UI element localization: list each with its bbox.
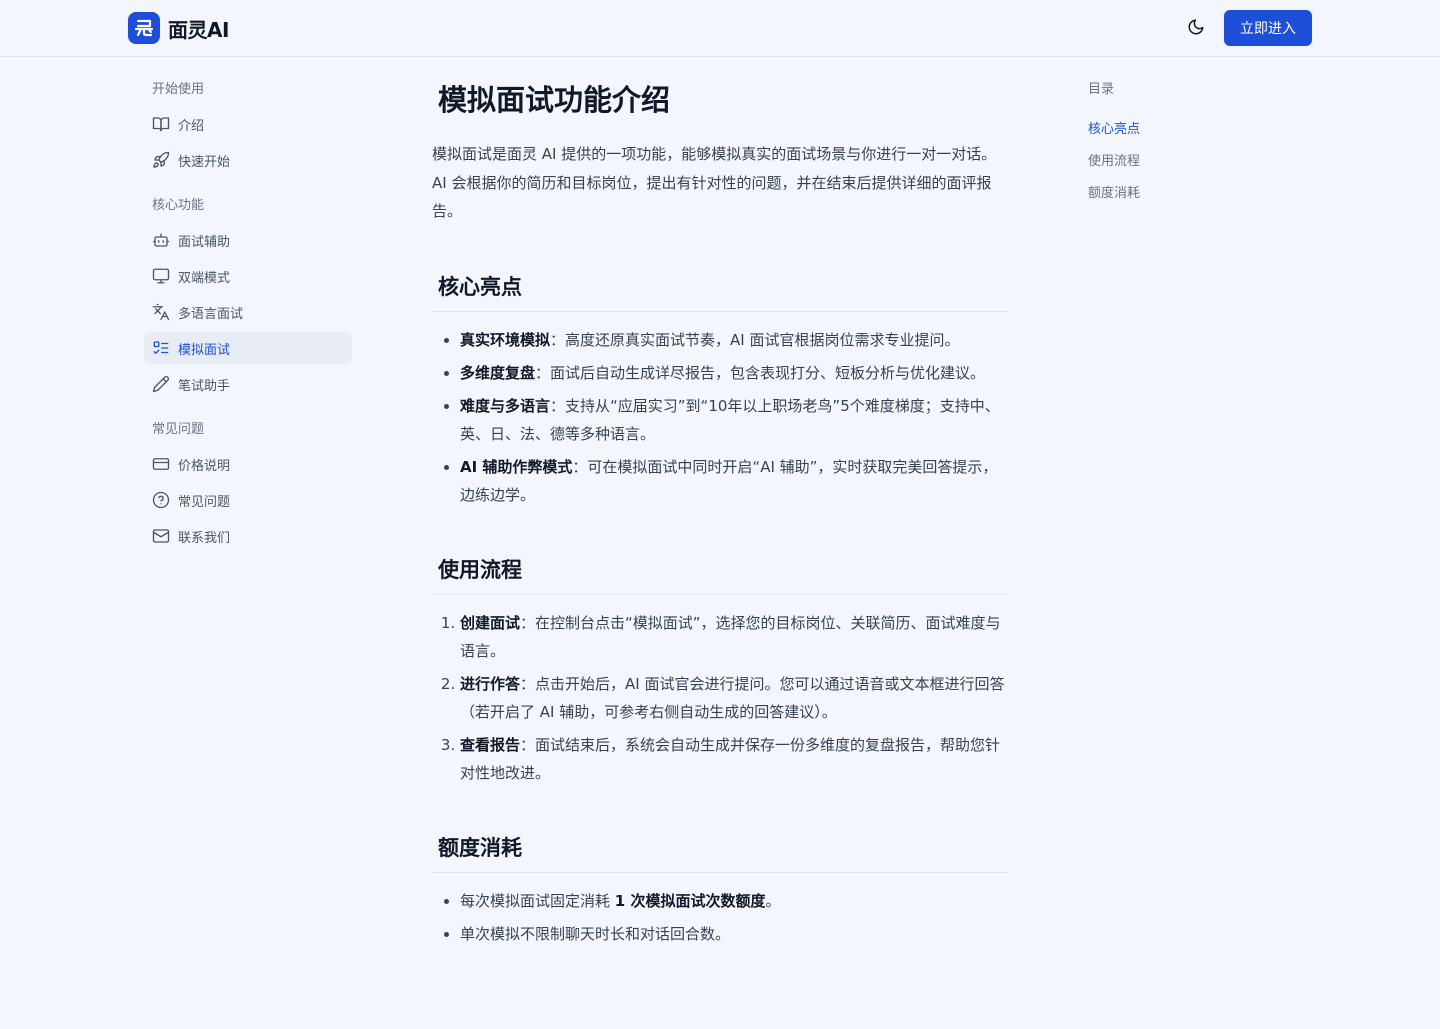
brand-logo[interactable]: 面灵AI — [128, 12, 229, 44]
sidebar-item-multilingual[interactable]: 多语言面试 — [144, 296, 352, 328]
highlights-list: 真实环境模拟：高度还原真实面试节奏，AI 面试官根据岗位需求专业提问。 多维度复… — [432, 326, 1008, 509]
list-item-text: ：点击开始后，AI 面试官会进行提问。您可以通过语音或文本框进行回答（若开启了 … — [460, 674, 1005, 721]
list-item-text: ：在控制台点击“模拟面试”，选择您的目标岗位、关联简历、面试难度与语言。 — [460, 613, 1001, 660]
intro-paragraph: 模拟面试是面灵 AI 提供的一项功能，能够模拟真实的面试场景与你进行一对一对话。… — [432, 145, 997, 220]
list-item: AI 辅助作弊模式：可在模拟面试中同时开启“AI 辅助”，实时获取完美回答提示，… — [460, 453, 1008, 509]
sidebar-item-label: 介绍 — [178, 118, 205, 134]
section-title-highlights: 核心亮点 — [432, 262, 1008, 312]
list-item-bold: AI 辅助作弊模式 — [460, 457, 573, 476]
rocket-icon — [152, 151, 170, 169]
quota-list: 每次模拟面试固定消耗 1 次模拟面试次数额度。 单次模拟不限制聊天时长和对话回合… — [432, 887, 1008, 948]
sidebar-item-quickstart[interactable]: 快速开始 — [144, 144, 352, 176]
sidebar-group-title: 核心功能 — [152, 198, 205, 213]
sidebar-item-label: 快速开始 — [178, 154, 231, 170]
toc-item-highlights[interactable]: 核心亮点 — [1088, 114, 1288, 146]
sidebar-item-label: 双端模式 — [178, 270, 231, 286]
sidebar-item-label: 面试辅助 — [178, 234, 231, 250]
top-header: 面灵AI 立即进入 — [0, 0, 1440, 57]
list-item-bold: 真实环境模拟 — [460, 330, 551, 349]
list-item-text: 单次模拟不限制聊天时长和对话回合数。 — [460, 924, 731, 943]
list-item-bold: 多维度复盘 — [460, 363, 536, 382]
list-item: 创建面试：在控制台点击“模拟面试”，选择您的目标岗位、关联简历、面试难度与语言。 — [460, 609, 1008, 665]
enter-button[interactable]: 立即进入 — [1224, 10, 1312, 46]
list-item: 真实环境模拟：高度还原真实面试节奏，AI 面试官根据岗位需求专业提问。 — [460, 326, 1008, 354]
list-item-text: ：面试结束后，系统会自动生成并保存一份多维度的复盘报告，帮助您针对性地改进。 — [460, 735, 1001, 782]
sidebar-nav: 开始使用 介绍 快速开始 核心功能 面试辅助 双端模式 多语言面试 模拟面试 笔… — [144, 72, 352, 556]
list-item-bold: 难度与多语言 — [460, 396, 551, 415]
help-circle-icon — [152, 491, 170, 509]
sidebar-item-label: 联系我们 — [178, 530, 231, 546]
pencil-icon — [152, 375, 170, 393]
section-title-quota: 额度消耗 — [432, 823, 1008, 873]
sidebar-item-label: 笔试助手 — [178, 378, 231, 394]
list-item-bold: 查看报告 — [460, 735, 521, 754]
translate-icon — [152, 303, 170, 321]
sidebar-item-label: 价格说明 — [178, 458, 231, 474]
list-item: 难度与多语言：支持从“应届实习”到“10年以上职场老鸟”5个难度梯度；支持中、英… — [460, 392, 1008, 448]
list-item-text: 每次模拟面试固定消耗 — [460, 891, 615, 910]
robot-icon — [152, 231, 170, 249]
sidebar-item-dual-mode[interactable]: 双端模式 — [144, 260, 352, 292]
moon-icon — [1188, 19, 1204, 35]
sidebar-item-intro[interactable]: 介绍 — [144, 108, 352, 140]
list-item-bold: 进行作答 — [460, 674, 521, 693]
list-item: 进行作答：点击开始后，AI 面试官会进行提问。您可以通过语音或文本框进行回答（若… — [460, 670, 1008, 726]
theme-toggle-button[interactable] — [1184, 15, 1208, 39]
sidebar-item-pricing[interactable]: 价格说明 — [144, 448, 352, 480]
logo-mark-icon — [128, 12, 160, 44]
sidebar-item-faq[interactable]: 常见问题 — [144, 484, 352, 516]
mail-icon — [152, 527, 170, 545]
table-of-contents: 目录 核心亮点 使用流程 额度消耗 — [1088, 78, 1288, 210]
sidebar-group-getting-started: 开始使用 介绍 快速开始 — [144, 72, 352, 176]
sidebar-item-label: 模拟面试 — [178, 342, 231, 358]
sidebar-group-title: 常见问题 — [152, 422, 205, 437]
sidebar-item-interview-assist[interactable]: 面试辅助 — [144, 224, 352, 256]
toc-item-quota[interactable]: 额度消耗 — [1088, 178, 1288, 210]
page-title: 模拟面试功能介绍 — [438, 83, 671, 117]
sidebar-item-label: 多语言面试 — [178, 306, 244, 322]
brand-name: 面灵AI — [168, 17, 229, 42]
list-item-bold: 1 次模拟面试次数额度 — [614, 891, 766, 910]
book-open-icon — [152, 115, 170, 133]
toc-item-flow[interactable]: 使用流程 — [1088, 146, 1288, 178]
sidebar-item-contact[interactable]: 联系我们 — [144, 520, 352, 552]
monitor-icon — [152, 267, 170, 285]
section-title-flow: 使用流程 — [432, 545, 1008, 595]
main-content: 模拟面试功能介绍 模拟面试是面灵 AI 提供的一项功能，能够模拟真实的面试场景与… — [432, 76, 1008, 953]
list-item: 多维度复盘：面试后自动生成详尽报告，包含表现打分、短板分析与优化建议。 — [460, 359, 1008, 387]
sidebar-group-title: 开始使用 — [152, 82, 205, 97]
list-item-text: 。 — [765, 891, 781, 910]
toc-title: 目录 — [1088, 82, 1115, 97]
sidebar-item-label: 常见问题 — [178, 494, 231, 510]
sidebar-group-faq: 常见问题 价格说明 常见问题 联系我们 — [144, 412, 352, 552]
list-item-bold: 创建面试 — [460, 613, 521, 632]
sidebar-item-mock-interview[interactable]: 模拟面试 — [144, 332, 352, 364]
flow-steps-list: 创建面试：在控制台点击“模拟面试”，选择您的目标岗位、关联简历、面试难度与语言。… — [432, 609, 1008, 787]
sidebar-item-written-test[interactable]: 笔试助手 — [144, 368, 352, 400]
list-item-text: ：面试后自动生成详尽报告，包含表现打分、短板分析与优化建议。 — [535, 363, 986, 382]
list-checks-icon — [152, 339, 170, 357]
sidebar-group-core: 核心功能 面试辅助 双端模式 多语言面试 模拟面试 笔试助手 — [144, 188, 352, 400]
list-item: 查看报告：面试结束后，系统会自动生成并保存一份多维度的复盘报告，帮助您针对性地改… — [460, 731, 1008, 787]
list-item-text: ：高度还原真实面试节奏，AI 面试官根据岗位需求专业提问。 — [550, 330, 960, 349]
list-item: 每次模拟面试固定消耗 1 次模拟面试次数额度。 — [460, 887, 1008, 915]
list-item: 单次模拟不限制聊天时长和对话回合数。 — [460, 920, 1008, 948]
credit-card-icon — [152, 455, 170, 473]
